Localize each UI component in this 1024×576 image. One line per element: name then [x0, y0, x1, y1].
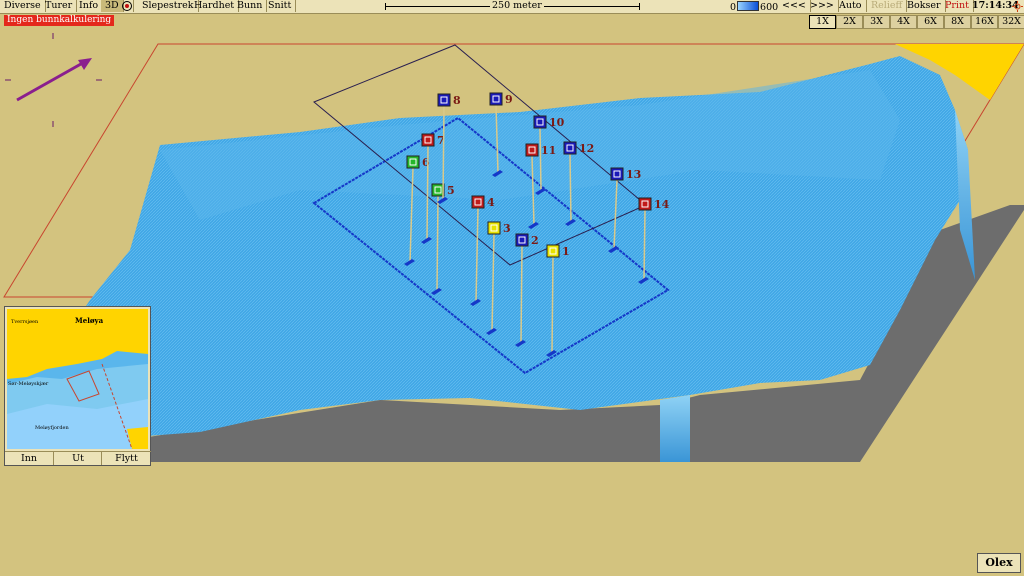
zoom-2x[interactable]: 2X [836, 15, 863, 29]
waypoint-marker[interactable] [525, 143, 539, 157]
direction-arrow-icon [5, 33, 102, 127]
inset-zoom-out-button[interactable]: Ut [53, 451, 102, 465]
waypoint-marker[interactable] [638, 197, 652, 211]
waypoint-marker[interactable] [489, 92, 503, 106]
zoom-32x[interactable]: 32X [998, 15, 1024, 29]
waypoint-label: 12 [579, 142, 594, 155]
scale-label: 250 meter [490, 0, 544, 12]
status-warning: Ingen bunnkalkulering [4, 15, 115, 26]
waypoint-marker[interactable] [546, 244, 560, 258]
waypoint-marker[interactable] [431, 183, 445, 197]
zoom-3x[interactable]: 3X [863, 15, 890, 29]
waypoint-label: 8 [453, 94, 461, 107]
waypoint-label: 4 [487, 196, 495, 209]
zoom-6x[interactable]: 6X [917, 15, 944, 29]
relieff-button[interactable]: Relieff [867, 0, 908, 12]
waypoint-drop-line [426, 145, 429, 241]
inset-move-button[interactable]: Flytt [101, 451, 151, 465]
seabed-edge-wall [660, 395, 690, 462]
inset-zoom-in-button[interactable]: Inn [5, 451, 53, 465]
waypoint-marker[interactable] [515, 233, 529, 247]
target-icon[interactable] [121, 0, 134, 12]
menu-bunn[interactable]: Bunn [233, 0, 268, 12]
waypoint-marker[interactable] [610, 167, 624, 181]
waypoint-marker[interactable] [487, 221, 501, 235]
waypoint-marker[interactable] [533, 115, 547, 129]
map-label-bottom: Meløyfjorden [35, 425, 69, 431]
waypoint-drop-line [436, 195, 439, 292]
waypoint-label: 5 [447, 184, 455, 197]
depth-max: 600 [760, 2, 779, 13]
waypoint-drop-line [551, 256, 554, 354]
map-label-place: Sør-Meløyskjær [8, 381, 49, 387]
depth-min: 0 [730, 2, 737, 13]
auto-button[interactable]: Auto [835, 0, 867, 12]
waypoint-marker[interactable] [563, 141, 577, 155]
sun-icon[interactable] [1012, 1, 1023, 12]
waypoint-label: 11 [541, 144, 556, 157]
menu-info[interactable]: Info [75, 0, 104, 12]
waypoint-drop-line [539, 127, 542, 192]
waypoint-label: 2 [531, 234, 539, 247]
olex-logo: Olex [977, 553, 1021, 573]
waypoint-label: 13 [626, 168, 641, 181]
zoom-8x[interactable]: 8X [944, 15, 971, 29]
waypoint-label: 9 [505, 93, 513, 106]
overview-chart[interactable]: Tverrsjøen Meløya Sør-Meløyskjær Meløyfj… [7, 309, 148, 449]
print-button[interactable]: Print [941, 0, 974, 12]
scale-bar: 250 meter [385, 0, 640, 12]
map-label-island: Meløya [75, 316, 104, 325]
overview-map[interactable]: Tverrsjøen Meløya Sør-Meløyskjær Meløyfj… [4, 306, 151, 466]
waypoint-marker[interactable] [437, 93, 451, 107]
menu-hardhet[interactable]: Hardhet [190, 0, 240, 12]
bokser-button[interactable]: Bokser [903, 0, 946, 12]
top-toolbar: Diverse Turer Info 3D Slepestrek Hardhet… [0, 0, 1024, 14]
zoom-4x[interactable]: 4X [890, 15, 917, 29]
waypoint-label: 1 [562, 245, 570, 258]
waypoint-drop-line [442, 105, 445, 201]
zoom-16x[interactable]: 16X [971, 15, 998, 29]
waypoint-drop-line [643, 209, 646, 281]
waypoint-drop-line [520, 245, 523, 344]
zoom-1x[interactable]: 1X [809, 15, 836, 29]
menu-turer[interactable]: Turer [41, 0, 78, 12]
waypoint-marker[interactable] [471, 195, 485, 209]
seabed-3d-view[interactable]: 12345678 91011 121314 [0, 0, 1024, 576]
waypoint-drop-line [569, 153, 572, 223]
waypoint-marker[interactable] [421, 133, 435, 147]
waypoint-label: 3 [503, 222, 511, 235]
menu-snitt[interactable]: Snitt [264, 0, 297, 12]
next-button[interactable]: >>> [806, 0, 839, 12]
waypoint-label: 6 [422, 156, 430, 169]
waypoint-label: 14 [654, 198, 670, 211]
menu-diverse[interactable]: Diverse [0, 0, 46, 12]
waypoint-marker[interactable] [406, 155, 420, 169]
depth-legend: 0 600 [730, 1, 778, 13]
waypoint-label: 10 [549, 116, 565, 129]
depth-color-bar [737, 1, 760, 11]
map-label-west: Tverrsjøen [11, 319, 39, 325]
